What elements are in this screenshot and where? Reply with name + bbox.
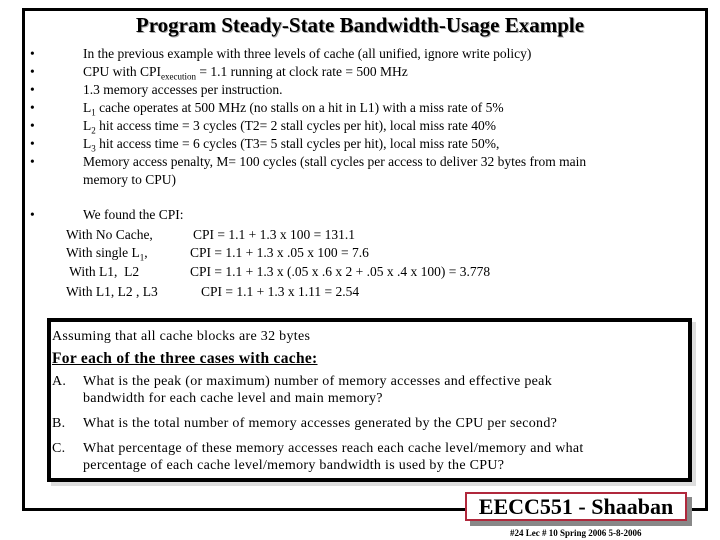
cpi-equation: CPI = 1.1 + 1.3 x (.05 x .6 x 2 + .05 x … bbox=[190, 264, 491, 279]
questions-heading: For each of the three cases with cache: bbox=[52, 350, 318, 367]
bullet-icon: • bbox=[30, 100, 35, 115]
slide-title: Program Steady-State Bandwidth-Usage Exa… bbox=[135, 13, 585, 37]
cpi-equation: CPI = 1.1 + 1.3 x 1.11 = 2.54 bbox=[201, 284, 360, 299]
cpi-label: With No Cache, bbox=[66, 227, 153, 242]
bullet-icon: • bbox=[30, 118, 35, 133]
bullet-icon: • bbox=[30, 136, 35, 151]
cpi-equation: CPI = 1.1 + 1.3 x .05 x 100 = 7.6 bbox=[190, 245, 369, 260]
bullet-icon: • bbox=[30, 64, 35, 79]
bullet-text: 1.3 memory accesses per instruction. bbox=[83, 82, 283, 97]
footer-info: #24 Lec # 10 Spring 2006 5-8-2006 bbox=[510, 528, 642, 538]
bullet-text: In the previous example with three level… bbox=[83, 46, 532, 61]
bullet-text: memory to CPU) bbox=[83, 172, 176, 187]
bullet-icon: • bbox=[30, 46, 35, 61]
assumption-text: Assuming that all cache blocks are 32 by… bbox=[52, 329, 311, 344]
cpi-equation: CPI = 1.1 + 1.3 x 100 = 131.1 bbox=[193, 227, 355, 242]
bullet-icon: • bbox=[30, 207, 35, 222]
footer-badge: EECC551 - Shaaban bbox=[465, 492, 687, 521]
bullet-icon: • bbox=[30, 154, 35, 169]
cpi-label: With L1, L2 , L3 bbox=[66, 284, 158, 299]
bullet-icon: • bbox=[30, 82, 35, 97]
bullet-text: Memory access penalty, M= 100 cycles (st… bbox=[83, 154, 587, 169]
heading-text: We found the CPI: bbox=[83, 207, 184, 222]
cpi-label: With single L1, bbox=[66, 245, 148, 263]
cpi-label: With L1, L2 bbox=[66, 264, 140, 279]
